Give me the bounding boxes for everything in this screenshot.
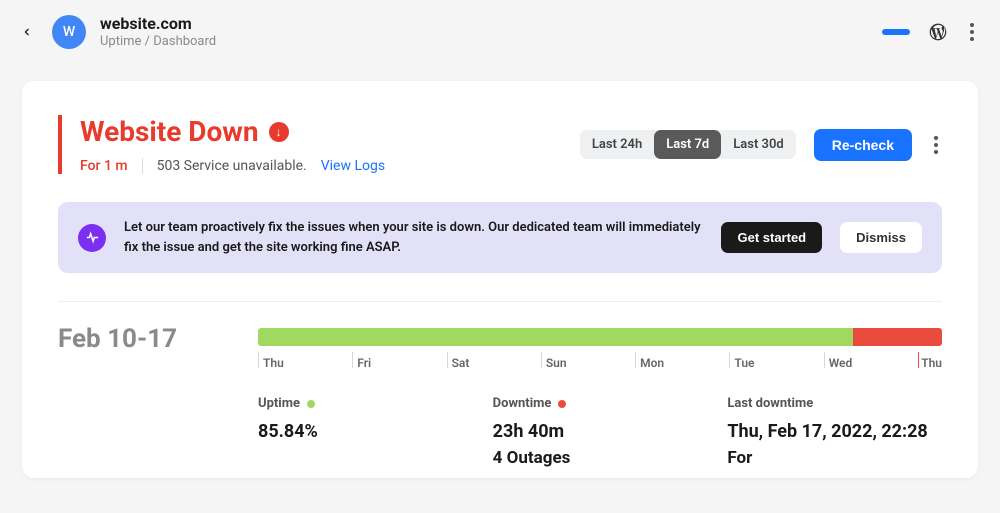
- tick-label: Tue: [729, 352, 823, 368]
- dot-green-icon: [307, 400, 315, 408]
- status-header: Website Down ↓ For 1 m 503 Service unava…: [58, 115, 942, 174]
- date-range-label: Feb 10-17: [58, 324, 228, 468]
- chart-right: Thu Fri Sat Sun Mon Tue Wed Thu Uptime 8…: [258, 328, 942, 468]
- status-title-text: Website Down: [80, 115, 259, 148]
- stat-uptime-value: 85.84%: [258, 421, 473, 442]
- topbar-more-menu[interactable]: [966, 19, 978, 45]
- tick-label: Sat: [447, 352, 541, 368]
- banner-text: Let our team proactively fix the issues …: [124, 218, 703, 257]
- site-info: website.com Uptime / Dashboard: [100, 14, 868, 49]
- uptime-bar: [258, 328, 942, 346]
- stat-last-downtime-for: For: [727, 448, 942, 468]
- wordpress-icon[interactable]: [928, 22, 948, 42]
- dot-red-icon: [558, 400, 566, 408]
- recheck-button[interactable]: Re-check: [814, 129, 912, 161]
- stat-downtime-label: Downtime: [493, 396, 708, 411]
- breadcrumb: Uptime / Dashboard: [100, 34, 868, 49]
- back-button[interactable]: [16, 21, 38, 43]
- tab-last-30d[interactable]: Last 30d: [721, 130, 795, 159]
- tick-row: Thu Fri Sat Sun Mon Tue Wed Thu: [258, 352, 942, 368]
- stat-label-text: Uptime: [258, 396, 300, 411]
- stat-downtime-value: 23h 40m: [493, 421, 708, 442]
- down-arrow-icon: ↓: [269, 122, 289, 142]
- tick-label: Thu: [918, 352, 942, 368]
- stat-last-downtime: Last downtime Thu, Feb 17, 2022, 22:28 F…: [727, 396, 942, 468]
- divider-vertical: [142, 158, 143, 174]
- divider-horizontal: [58, 301, 942, 302]
- topbar: W website.com Uptime / Dashboard: [0, 0, 1000, 59]
- progress-pill: [882, 29, 910, 35]
- status-more-menu[interactable]: [930, 132, 942, 158]
- stats-row: Uptime 85.84% Downtime 23h 40m 4 Outages: [258, 396, 942, 468]
- stat-outages-value: 4 Outages: [493, 448, 708, 468]
- stat-last-downtime-label: Last downtime: [727, 396, 942, 411]
- uptime-segment: [258, 328, 853, 346]
- stat-last-downtime-value: Thu, Feb 17, 2022, 22:28: [727, 421, 942, 442]
- stat-uptime-label: Uptime: [258, 396, 473, 411]
- downtime-segment: [853, 328, 942, 346]
- tab-last-24h[interactable]: Last 24h: [580, 130, 654, 159]
- topbar-right: [882, 19, 978, 45]
- stat-label-text: Downtime: [493, 396, 552, 411]
- tick-label: Mon: [635, 352, 729, 368]
- view-logs-link[interactable]: View Logs: [321, 158, 385, 174]
- stat-downtime: Downtime 23h 40m 4 Outages: [493, 396, 708, 468]
- tick-label: Sun: [541, 352, 635, 368]
- stat-label-text: Last downtime: [727, 396, 813, 411]
- tab-last-7d[interactable]: Last 7d: [654, 130, 721, 159]
- site-avatar: W: [52, 15, 86, 49]
- status-error-text: 503 Service unavailable.: [157, 158, 307, 174]
- status-duration: For 1 m: [80, 158, 128, 174]
- main-card: Website Down ↓ For 1 m 503 Service unava…: [22, 81, 978, 478]
- tick-label: Wed: [824, 352, 918, 368]
- tick-label: Thu: [258, 352, 352, 368]
- status-subrow: For 1 m 503 Service unavailable. View Lo…: [80, 158, 562, 174]
- heartbeat-icon: [78, 224, 106, 252]
- status-title: Website Down ↓: [80, 115, 562, 148]
- dismiss-button[interactable]: Dismiss: [840, 222, 922, 253]
- get-started-button[interactable]: Get started: [721, 222, 822, 253]
- site-title: website.com: [100, 14, 868, 33]
- stat-uptime: Uptime 85.84%: [258, 396, 473, 468]
- chart-area: Feb 10-17 Thu Fri Sat Sun Mon Tue Wed Th…: [58, 328, 942, 468]
- tick-label: Fri: [352, 352, 446, 368]
- promo-banner: Let our team proactively fix the issues …: [58, 202, 942, 273]
- time-range-tabs: Last 24h Last 7d Last 30d: [580, 130, 796, 159]
